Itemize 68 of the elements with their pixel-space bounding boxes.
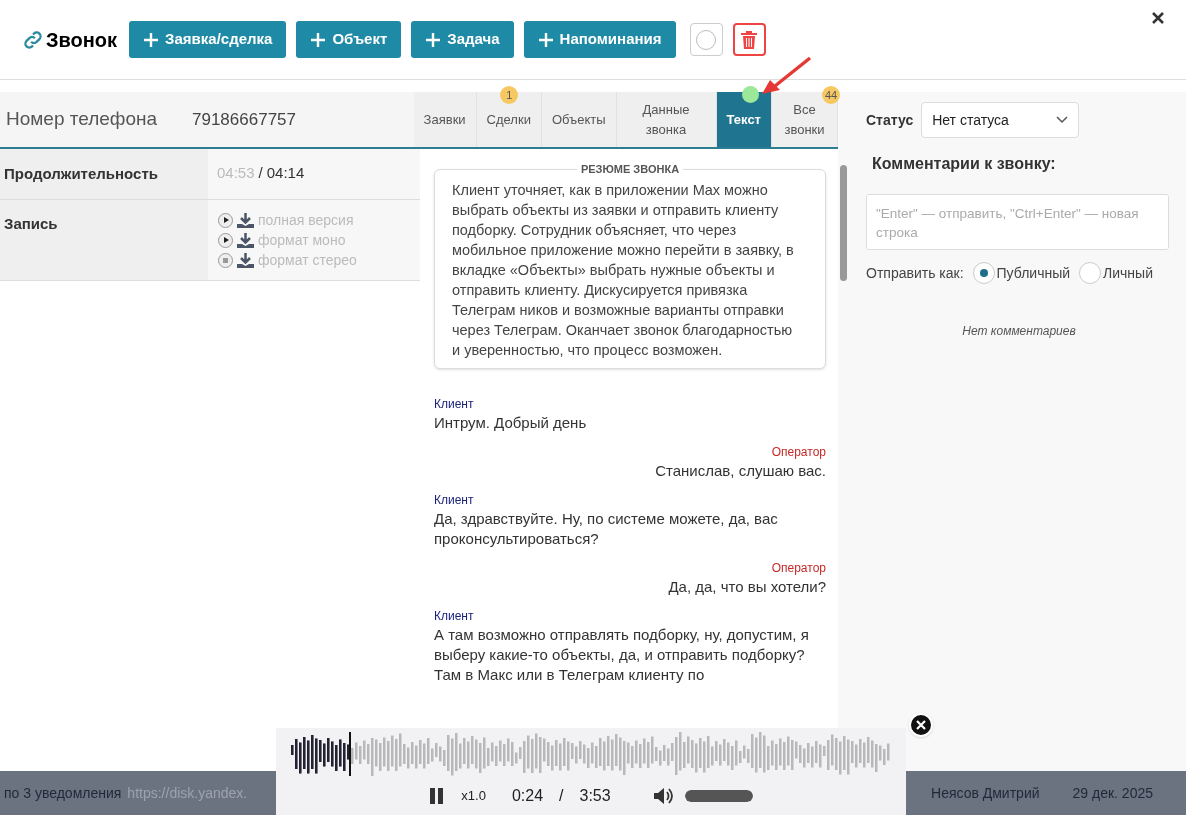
close-icon [916,720,926,730]
count-badge: 44 [822,86,840,104]
message-text: Станислав, слушаю вас. [655,461,826,481]
message-text: Да, да, что вы хотели? [668,577,826,597]
radio-button[interactable] [1079,262,1102,284]
radio-label[interactable]: Публичный [996,262,1071,284]
notification-text: по 3 уведомления [4,783,122,803]
arrow-icon [759,56,812,96]
separator: / [258,163,263,183]
link-icon [22,28,44,51]
status-label: Статус [866,110,914,130]
user-name: Неясов Дмитрий [931,783,1040,803]
add-button[interactable]: Задача [411,21,514,58]
add-button[interactable]: Заявка/сделка [129,21,287,58]
plus-icon [425,31,442,48]
add-button[interactable]: Напоминания [523,21,676,58]
send-as-label: Отправить как: [866,263,964,283]
radio-label[interactable]: Личный [1103,262,1153,284]
plus-icon [143,31,160,48]
date-text: 29 дек. 2025 [1072,783,1153,803]
total-time: 3:53 [579,786,611,806]
summary-text: Клиент уточняет, как в приложении Max можно выбрать объекты из заявки и отправить клиенту подборку. Сотрудник объясняет, что через мобильное приложение можно перейти в заявку, в вкладке «Объекты» выбрать нужные объекты и отправить клиенту. Дискусируется привязка Телеграм ников и возможные варианты отправки через Телеграм. Оканчает звонок благодарностью и уверенностью, что процесс возможен. [452,181,795,360]
waveform-track[interactable] [291,732,891,776]
radio-button[interactable] [972,262,995,284]
trash-icon [741,30,758,49]
duration-value: 04:14 [266,163,305,183]
play-icon[interactable] [218,232,233,248]
speaker-label: Клиент [434,396,474,413]
empty-comments-text: Нет комментариев [962,323,1076,340]
duration-value: 04:53 [217,163,255,183]
message-text: Да, здравствуйте. Ну, по системе можете, да, вас проконсультироваться? [434,509,779,549]
message-text: А там возможно отправлять подборку, ну, допустим, я выберу какие-то объекты, да, и отправить подборку? Там в Макс или в Телеграм клиенту по [434,625,810,685]
comments-title: Комментарии к звонку: [872,154,1057,174]
pause-icon[interactable] [429,788,446,804]
message-text: Интрум. Добрый день [434,413,587,433]
plus-icon [310,31,327,48]
current-time: 0:24 [511,786,544,806]
field-label: Продолжительность [4,165,158,182]
field-label: Запись [4,215,58,232]
count-badge: 1 [500,86,519,104]
tab[interactable]: Текст [716,92,772,147]
tab[interactable]: Данные звонка [616,92,717,147]
delete-button[interactable] [732,23,766,56]
phone-label: Номер телефона [6,107,159,132]
speed-button[interactable]: x1.0 [461,786,486,806]
play-icon[interactable] [218,212,233,228]
plus-icon [537,31,554,48]
separator: / [559,786,564,806]
comment-input-field[interactable]: "Enter" — отправить, "Ctrl+Enter" — новая строка [866,194,1169,250]
download-icon[interactable] [237,212,254,228]
toggle-button[interactable] [689,23,723,56]
speaker-label: Оператор [771,444,826,461]
speaker-label: Клиент [434,608,474,625]
volume-slider[interactable] [684,790,753,802]
volume-icon[interactable] [652,787,673,805]
tab[interactable]: Заявки [413,92,477,147]
chevron-down-icon [1056,116,1069,124]
speaker-label: Клиент [434,492,474,509]
tab[interactable]: Объекты [541,92,617,147]
status-dropdown[interactable]: Нет статуса [921,102,1080,138]
window-title: Звонок [46,27,118,53]
phone-number: 79186667757 [192,108,296,131]
close-icon[interactable] [1152,12,1164,24]
download-icon[interactable] [237,252,254,268]
add-button[interactable]: Объект [296,21,402,58]
speaker-label: Оператор [771,560,826,577]
download-icon[interactable] [237,232,254,248]
scrollbar[interactable] [840,165,847,281]
